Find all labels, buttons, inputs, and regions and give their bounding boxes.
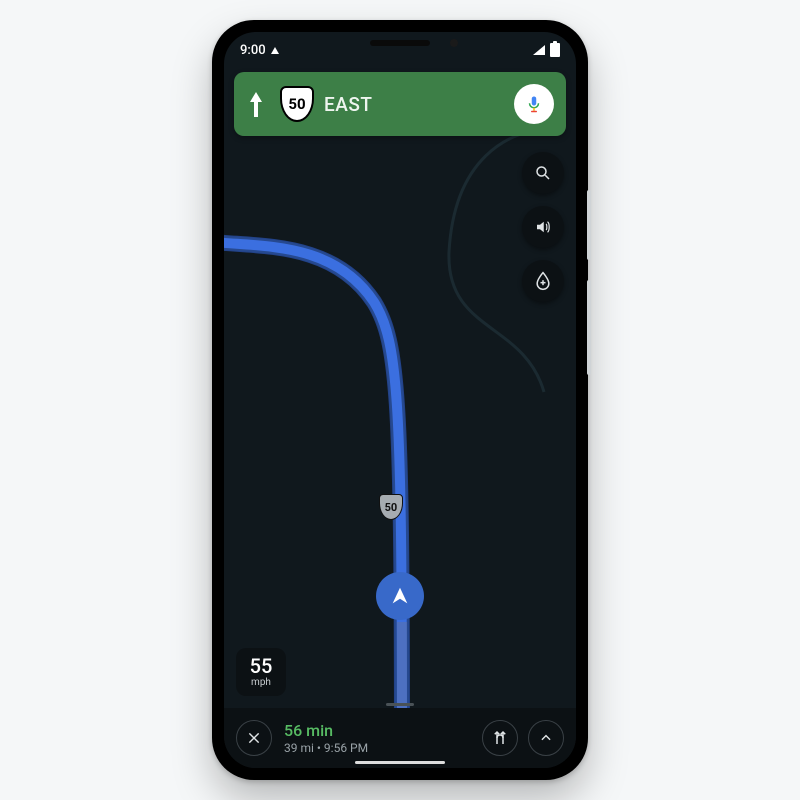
home-indicator[interactable] [355, 761, 445, 764]
search-icon [534, 164, 552, 182]
alt-routes-icon [491, 729, 509, 747]
route-shield: 50 [280, 86, 314, 122]
nav-indicator-icon [271, 47, 279, 54]
speed-value: 55 [250, 656, 273, 676]
speed-indicator: 55 mph [236, 648, 286, 696]
power-button [587, 190, 591, 260]
report-icon [533, 271, 553, 291]
microphone-icon [525, 95, 543, 113]
front-camera [450, 39, 458, 47]
direction-banner[interactable]: 50 EAST [234, 72, 566, 136]
clock-text: 9:00 [240, 43, 266, 58]
trip-info[interactable]: 56 min 39 mi • 9:56 PM [284, 721, 470, 756]
bottom-bar: 56 min 39 mi • 9:56 PM [224, 708, 576, 768]
search-button[interactable] [522, 152, 564, 194]
road-route-number: 50 [385, 501, 398, 514]
speed-unit: mph [251, 678, 271, 688]
screen: 9:00 50 EAST [224, 32, 576, 768]
route-number: 50 [288, 95, 305, 113]
voice-search-button[interactable] [514, 84, 554, 124]
sound-button[interactable] [522, 206, 564, 248]
earpiece [370, 40, 430, 46]
alt-routes-button[interactable] [482, 720, 518, 756]
trip-subtext: 39 mi • 9:56 PM [284, 741, 470, 756]
nav-arrow-icon [389, 585, 411, 607]
bottom-sheet-handle[interactable] [386, 703, 414, 706]
close-icon [247, 731, 261, 745]
floating-button-column [522, 152, 564, 302]
straight-arrow-icon [246, 90, 266, 118]
status-bar: 9:00 [224, 32, 576, 68]
close-button[interactable] [236, 720, 272, 756]
navigation-cursor [376, 572, 424, 620]
chevron-up-icon [539, 731, 553, 745]
report-button[interactable] [522, 260, 564, 302]
battery-icon [550, 43, 560, 57]
signal-icon [533, 45, 545, 55]
eta-text: 56 min [284, 721, 470, 741]
volume-button [587, 280, 591, 375]
expand-button[interactable] [528, 720, 564, 756]
direction-text: EAST [324, 93, 372, 116]
phone-frame: 9:00 50 EAST [212, 20, 588, 780]
sound-icon [534, 218, 552, 236]
